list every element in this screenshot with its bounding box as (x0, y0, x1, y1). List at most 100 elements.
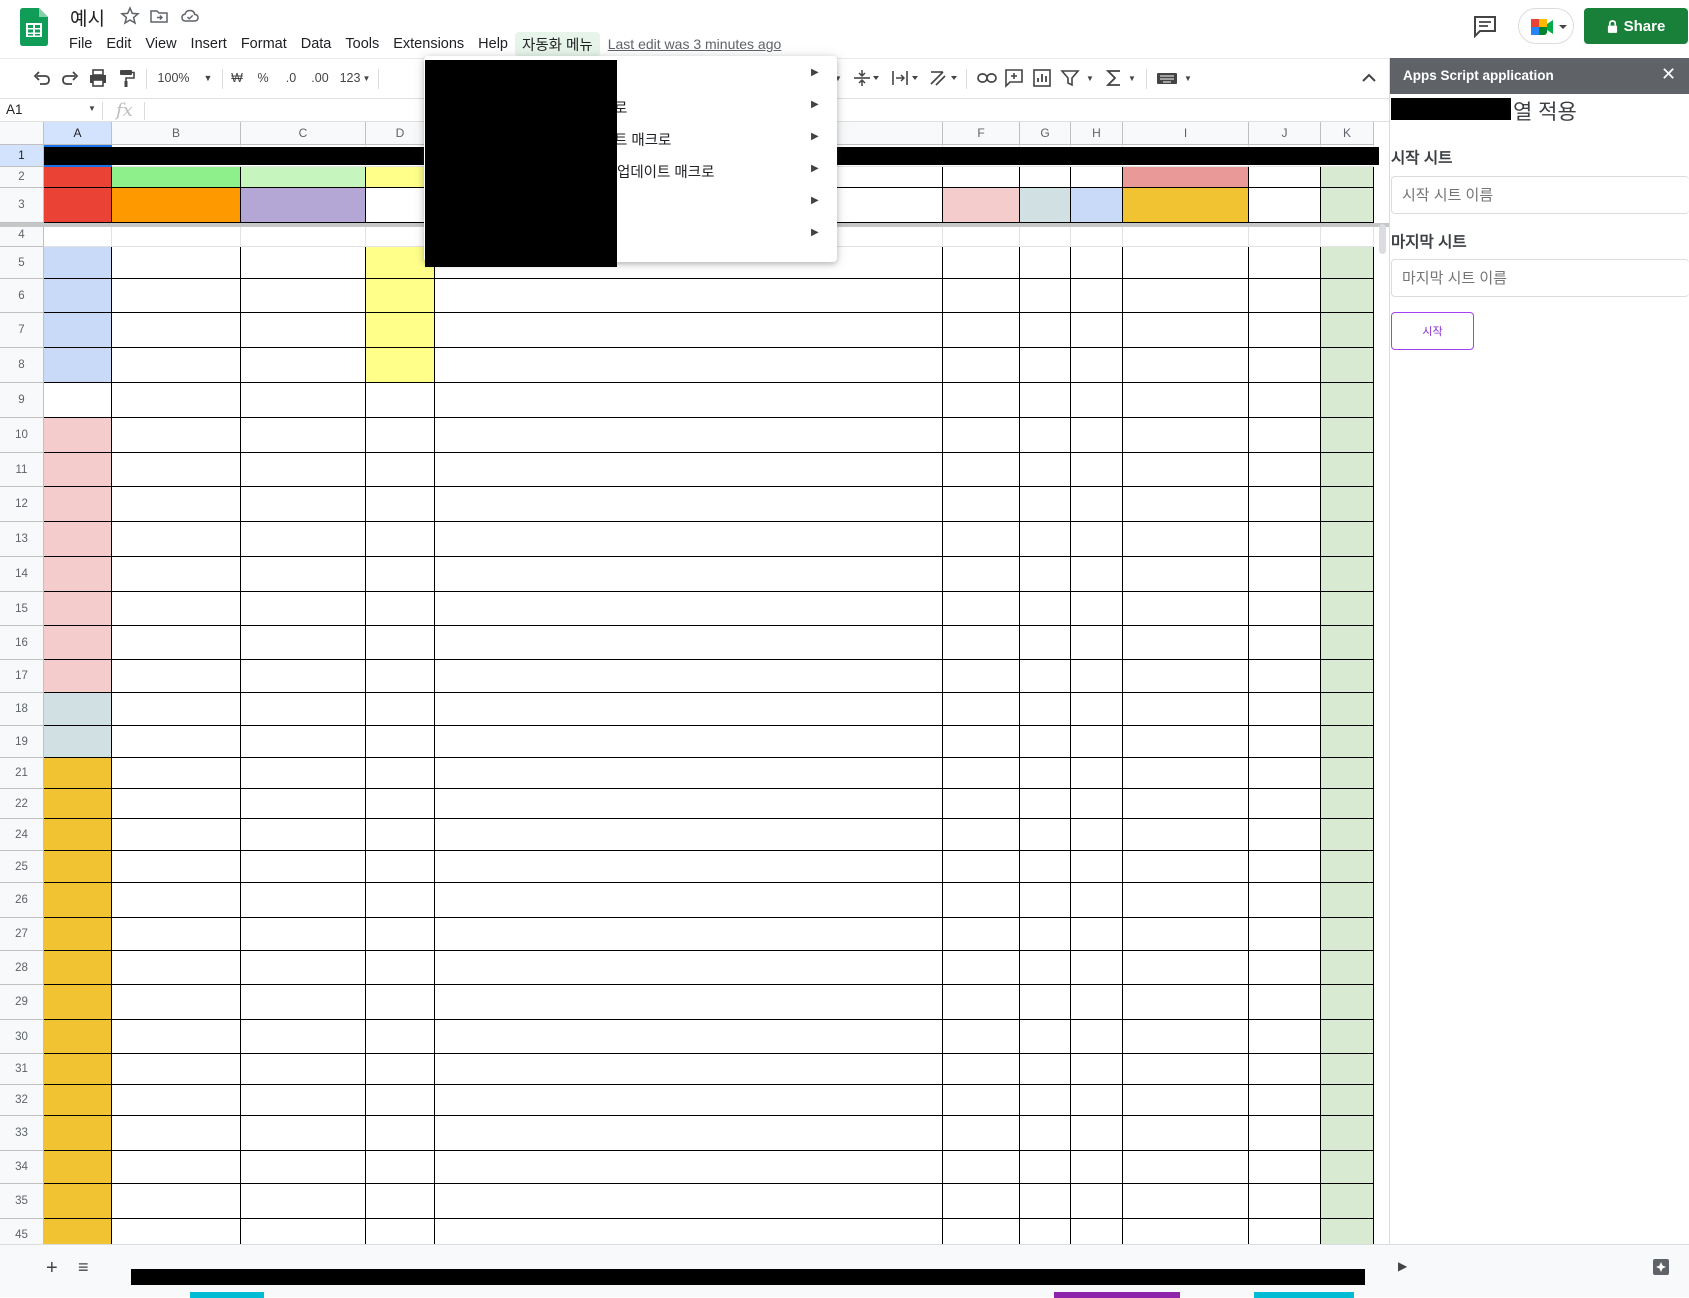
insert-chart-icon[interactable] (1032, 67, 1052, 89)
row-header-35[interactable]: 35 (0, 1184, 44, 1219)
cell-g10[interactable] (1020, 418, 1071, 453)
cell-a30[interactable] (44, 1020, 112, 1054)
cell-f29[interactable] (943, 985, 1020, 1020)
cell-k10[interactable] (1321, 418, 1374, 453)
cell-i27[interactable] (1123, 918, 1249, 951)
cell-g34[interactable] (1020, 1151, 1071, 1184)
cell-c15[interactable] (241, 592, 366, 626)
cell-d11[interactable] (366, 453, 435, 487)
cell-c26[interactable] (241, 883, 366, 918)
cell-f14[interactable] (943, 557, 1020, 592)
text-rotation-icon[interactable] (928, 67, 960, 89)
cell-e35[interactable] (435, 1184, 943, 1219)
row-header-21[interactable]: 21 (0, 758, 44, 789)
cell-h32[interactable] (1071, 1085, 1123, 1116)
cell-b21[interactable] (112, 758, 241, 789)
cell-j25[interactable] (1249, 851, 1321, 883)
cell-b18[interactable] (112, 693, 241, 726)
cell-e25[interactable] (435, 851, 943, 883)
cell-h14[interactable] (1071, 557, 1123, 592)
chevron-down-icon[interactable]: ▼ (1182, 67, 1194, 89)
row-header-7[interactable]: 7 (0, 313, 44, 348)
cell-e34[interactable] (435, 1151, 943, 1184)
cell-f33[interactable] (943, 1116, 1020, 1151)
cell-k27[interactable] (1321, 918, 1374, 951)
cell-b25[interactable] (112, 851, 241, 883)
row-header-18[interactable]: 18 (0, 693, 44, 726)
cell-a3[interactable] (44, 188, 112, 223)
cell-e27[interactable] (435, 918, 943, 951)
cell-g7[interactable] (1020, 313, 1071, 348)
cell-a13[interactable] (44, 522, 112, 557)
cell-a10[interactable] (44, 418, 112, 453)
cell-d22[interactable] (366, 789, 435, 819)
meet-button[interactable] (1518, 8, 1574, 44)
cell-k35[interactable] (1321, 1184, 1374, 1219)
menu-view[interactable]: View (138, 34, 183, 54)
cell-c11[interactable] (241, 453, 366, 487)
cell-h11[interactable] (1071, 453, 1123, 487)
cell-i2[interactable] (1123, 167, 1249, 188)
cell-f27[interactable] (943, 918, 1020, 951)
cell-e22[interactable] (435, 789, 943, 819)
cell-f6[interactable] (943, 279, 1020, 313)
column-header-g[interactable]: G (1020, 122, 1071, 145)
cell-f16[interactable] (943, 626, 1020, 660)
cell-e26[interactable] (435, 883, 943, 918)
cell-b7[interactable] (112, 313, 241, 348)
cell-a22[interactable] (44, 789, 112, 819)
menu-tools[interactable]: Tools (338, 34, 386, 54)
cell-b31[interactable] (112, 1054, 241, 1085)
cell-f32[interactable] (943, 1085, 1020, 1116)
cell-b16[interactable] (112, 626, 241, 660)
cell-j5[interactable] (1249, 247, 1321, 279)
cell-j24[interactable] (1249, 819, 1321, 851)
cell-j10[interactable] (1249, 418, 1321, 453)
cell-c13[interactable] (241, 522, 366, 557)
cell-i17[interactable] (1123, 660, 1249, 693)
cell-i31[interactable] (1123, 1054, 1249, 1085)
cell-c24[interactable] (241, 819, 366, 851)
input-tools-icon[interactable] (1156, 67, 1178, 89)
cell-i45[interactable] (1123, 1219, 1249, 1244)
cell-c30[interactable] (241, 1020, 366, 1054)
cell-c3[interactable] (241, 188, 366, 223)
row-header-29[interactable]: 29 (0, 985, 44, 1020)
move-folder-icon[interactable] (149, 6, 169, 26)
cell-b34[interactable] (112, 1151, 241, 1184)
cell-g24[interactable] (1020, 819, 1071, 851)
cell-i14[interactable] (1123, 557, 1249, 592)
cell-g8[interactable] (1020, 348, 1071, 383)
cell-h31[interactable] (1071, 1054, 1123, 1085)
cell-k12[interactable] (1321, 487, 1374, 522)
cell-j33[interactable] (1249, 1116, 1321, 1151)
row-header-28[interactable]: 28 (0, 951, 44, 985)
cell-a32[interactable] (44, 1085, 112, 1116)
cell-i28[interactable] (1123, 951, 1249, 985)
cell-b35[interactable] (112, 1184, 241, 1219)
cell-i6[interactable] (1123, 279, 1249, 313)
cell-c8[interactable] (241, 348, 366, 383)
cell-d31[interactable] (366, 1054, 435, 1085)
cell-k14[interactable] (1321, 557, 1374, 592)
cell-j18[interactable] (1249, 693, 1321, 726)
cell-f7[interactable] (943, 313, 1020, 348)
cell-g19[interactable] (1020, 726, 1071, 758)
row-header-12[interactable]: 12 (0, 487, 44, 522)
add-sheet-button[interactable]: + (46, 1257, 58, 1280)
cell-f12[interactable] (943, 487, 1020, 522)
cell-d33[interactable] (366, 1116, 435, 1151)
cell-f8[interactable] (943, 348, 1020, 383)
menu-file[interactable]: File (62, 34, 99, 54)
cell-b27[interactable] (112, 918, 241, 951)
end-sheet-input[interactable] (1391, 259, 1689, 297)
cell-b8[interactable] (112, 348, 241, 383)
cell-b22[interactable] (112, 789, 241, 819)
menu-format[interactable]: Format (234, 34, 294, 54)
row-header-11[interactable]: 11 (0, 453, 44, 487)
sheets-logo-icon[interactable] (20, 8, 48, 46)
cell-j32[interactable] (1249, 1085, 1321, 1116)
cell-h24[interactable] (1071, 819, 1123, 851)
cell-a6[interactable] (44, 279, 112, 313)
cell-h30[interactable] (1071, 1020, 1123, 1054)
